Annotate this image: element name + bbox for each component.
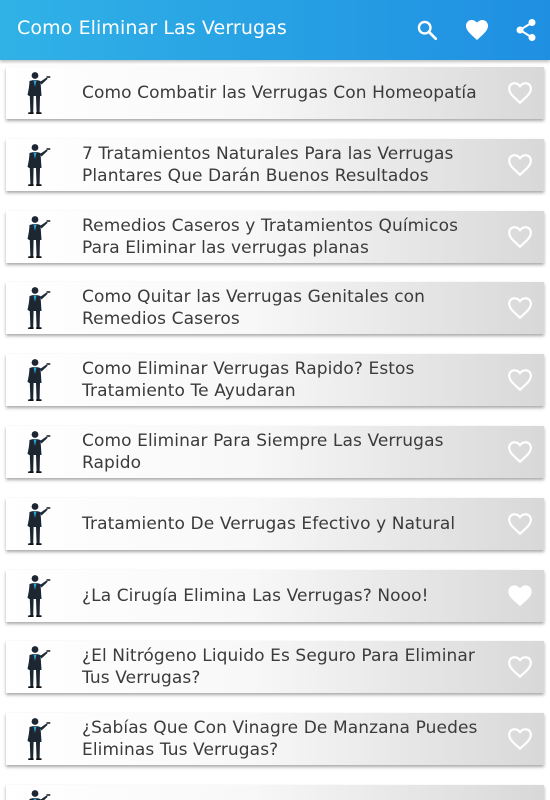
- search-icon: [417, 20, 438, 41]
- heart-outline-icon[interactable]: [506, 366, 534, 394]
- businessman-thumbnail-icon: [22, 502, 54, 546]
- heart-outline-icon[interactable]: [506, 151, 534, 179]
- list-item-title: Tratamiento De Verrugas Efectivo y Natur…: [82, 513, 456, 534]
- list-item-title: Remedios Caseros y Tratamientos Químicos…: [82, 215, 459, 258]
- heart-outline-icon[interactable]: [506, 294, 534, 322]
- list-item[interactable]: Como Eliminar Para Siempre Las Verrugas …: [6, 426, 544, 478]
- businessman-thumbnail-icon: [22, 789, 54, 800]
- heart-outline-icon[interactable]: [506, 653, 534, 681]
- share-icon: [516, 19, 536, 41]
- heart-outline-icon[interactable]: [506, 223, 534, 251]
- businessman-thumbnail-icon: [22, 286, 54, 330]
- businessman-thumbnail-icon: [22, 717, 54, 761]
- article-list[interactable]: Como Combatir las Verrugas Con Homeopatí…: [0, 60, 550, 800]
- list-item[interactable]: La Cura De Las Verrugas Es Posible!: [6, 785, 544, 800]
- list-item[interactable]: Tratamiento De Verrugas Efectivo y Natur…: [6, 497, 544, 550]
- list-item-title: Como Quitar las Verrugas Genitales con R…: [82, 287, 426, 330]
- businessman-thumbnail-icon: [22, 71, 54, 115]
- heart-filled-icon[interactable]: [506, 582, 534, 610]
- businessman-thumbnail-icon: [22, 430, 54, 474]
- heart-outline-icon[interactable]: [506, 725, 534, 753]
- search-button[interactable]: [412, 14, 442, 46]
- heart-outline-icon[interactable]: [506, 79, 534, 107]
- businessman-thumbnail-icon: [22, 143, 54, 187]
- list-item[interactable]: Como Combatir las Verrugas Con Homeopatí…: [6, 67, 544, 119]
- list-item[interactable]: ¿El Nitrógeno Liquido Es Seguro Para Eli…: [6, 641, 544, 694]
- list-item-title: Como Combatir las Verrugas Con Homeopatí…: [82, 83, 477, 103]
- list-item-title: Como Eliminar Verrugas Rapido? Estos Tra…: [82, 359, 415, 402]
- favorites-button[interactable]: [462, 14, 492, 46]
- businessman-thumbnail-icon: [22, 358, 54, 402]
- list-item[interactable]: ¿La Cirugía Elimina Las Verrugas? Nooo!: [6, 569, 544, 622]
- list-item-title: ¿La Cirugía Elimina Las Verrugas? Nooo!: [82, 585, 429, 606]
- list-item-title: ¿Sabías Que Con Vinagre De Manzana Puede…: [82, 718, 478, 761]
- list-item-title: La Cura De Las Verrugas Es Posible!: [82, 785, 492, 800]
- list-item[interactable]: ¿Sabías Que Con Vinagre De Manzana Puede…: [6, 713, 544, 766]
- app-bar: Como Eliminar Las Verrugas: [0, 0, 550, 60]
- businessman-thumbnail-icon: [22, 645, 54, 689]
- list-item[interactable]: Como Eliminar Verrugas Rapido? Estos Tra…: [6, 354, 544, 407]
- heart-icon: [466, 20, 488, 40]
- list-item[interactable]: Como Quitar las Verrugas Genitales con R…: [6, 282, 544, 335]
- businessman-thumbnail-icon: [22, 215, 54, 259]
- heart-outline-icon[interactable]: [506, 510, 534, 538]
- list-item-title: Como Eliminar Para Siempre Las Verrugas …: [82, 431, 444, 473]
- list-item[interactable]: 7 Tratamientos Naturales Para las Verrug…: [6, 138, 544, 191]
- share-button[interactable]: [511, 14, 541, 46]
- list-item-title: ¿El Nitrógeno Liquido Es Seguro Para Eli…: [82, 646, 476, 689]
- list-item-title: 7 Tratamientos Naturales Para las Verrug…: [82, 143, 454, 186]
- businessman-thumbnail-icon: [22, 574, 54, 618]
- app-title: Como Eliminar Las Verrugas: [17, 17, 287, 39]
- heart-outline-icon[interactable]: [506, 438, 534, 466]
- list-item[interactable]: Remedios Caseros y Tratamientos Químicos…: [6, 210, 544, 263]
